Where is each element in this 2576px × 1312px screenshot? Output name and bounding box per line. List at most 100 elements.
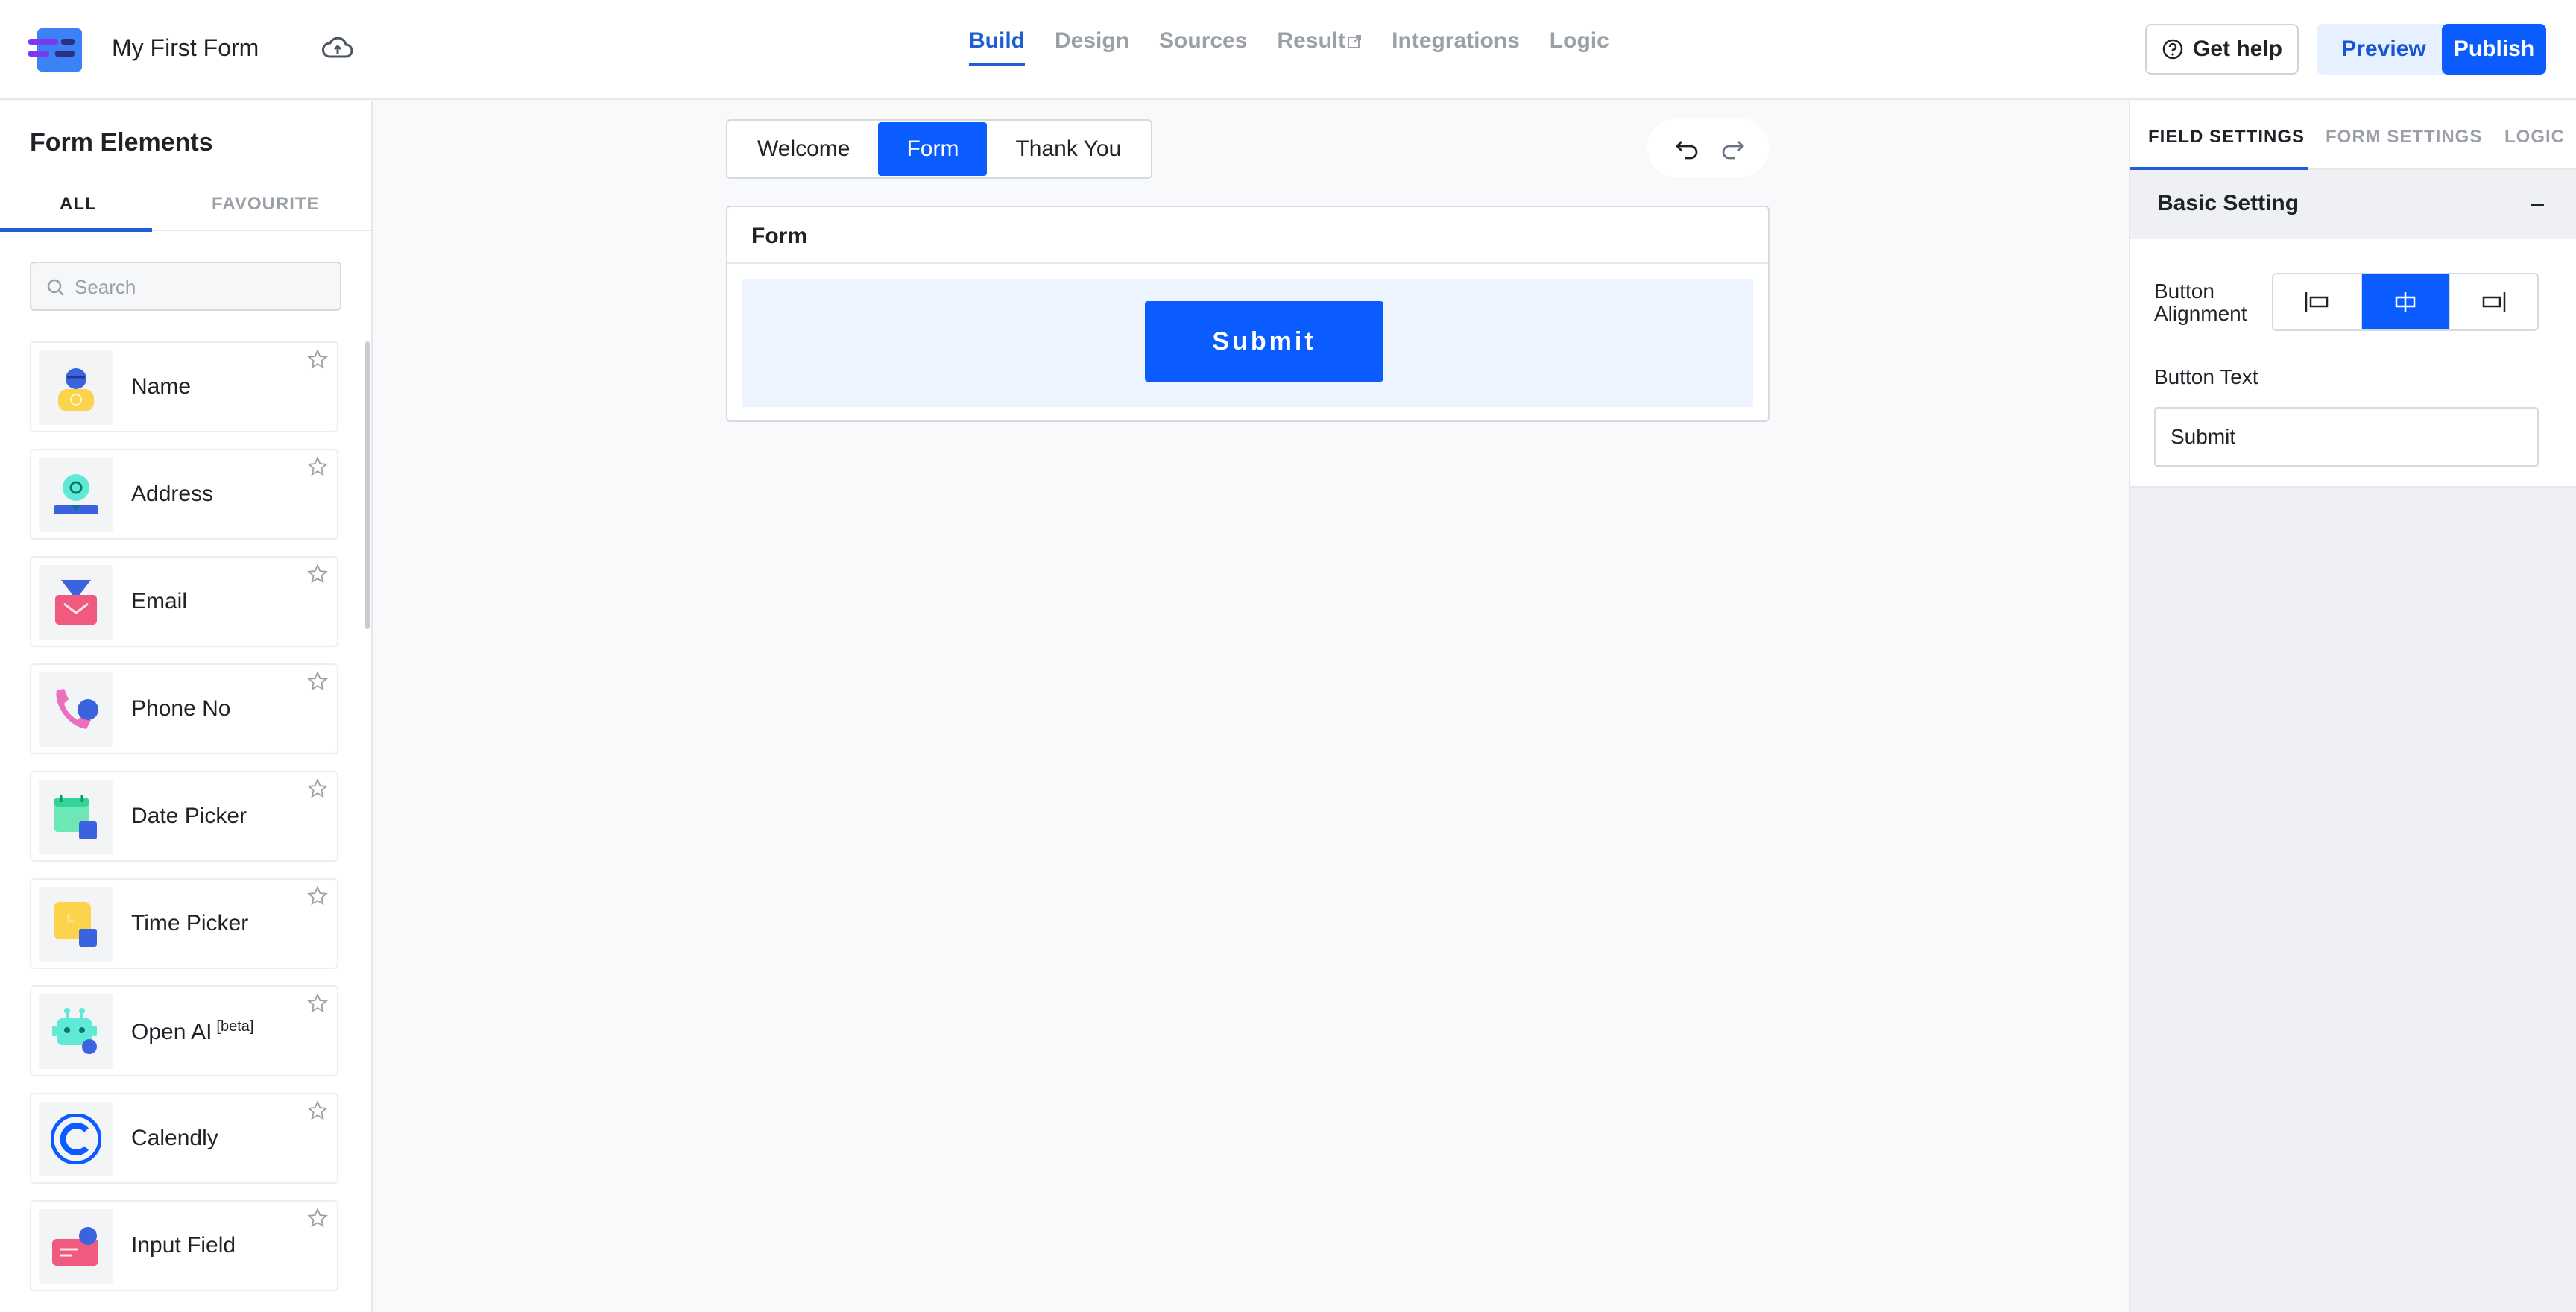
align-center-button[interactable] <box>2361 274 2451 329</box>
beta-badge: [beta] <box>216 1018 254 1035</box>
element-label: Date Picker <box>131 804 247 828</box>
tab-field-settings[interactable]: FIELD SETTINGS <box>2148 127 2305 148</box>
nav-result-label: Result <box>1277 28 1346 53</box>
element-email[interactable]: Email <box>30 556 338 647</box>
element-calendly[interactable]: Calendly <box>30 1093 338 1184</box>
element-thumb <box>39 565 113 640</box>
address-icon <box>54 474 98 514</box>
nav-design[interactable]: Design <box>1055 28 1129 66</box>
element-label-text: Open AI <box>131 1020 212 1044</box>
help-circle-icon <box>2162 39 2183 60</box>
nav-integrations[interactable]: Integrations <box>1392 28 1520 66</box>
nav-sources[interactable]: Sources <box>1159 28 1247 66</box>
basic-setting-body: Button Alignment Button Text Submit <box>2130 239 2576 488</box>
search-box <box>30 262 341 311</box>
cloud-save-icon[interactable] <box>322 36 353 61</box>
element-label: Calendly <box>131 1126 218 1150</box>
element-phone[interactable]: Phone No <box>30 663 338 754</box>
favourite-star-icon[interactable] <box>307 564 328 584</box>
active-tab-indicator <box>0 228 152 232</box>
element-thumb <box>39 1102 113 1176</box>
publish-button[interactable]: Publish <box>2442 24 2546 75</box>
tab-all[interactable]: ALL <box>60 194 97 215</box>
nav-result[interactable]: Result <box>1277 28 1362 66</box>
form-card-title: Form <box>751 224 807 248</box>
undo-redo-group <box>1647 118 1770 177</box>
align-left-button[interactable] <box>2273 274 2362 329</box>
app-logo-icon[interactable] <box>28 28 82 72</box>
tab-logic[interactable]: LOGIC <box>2504 127 2565 148</box>
collapse-icon[interactable]: – <box>2530 188 2545 219</box>
phone-icon <box>56 689 98 729</box>
sidebar-tabs: ALL FAVOURITE <box>0 180 371 232</box>
favourite-star-icon[interactable] <box>307 1208 328 1229</box>
element-thumb <box>39 458 113 532</box>
time-picker-icon <box>54 902 97 947</box>
date-picker-icon <box>54 795 97 839</box>
email-icon <box>55 580 97 625</box>
tab-form[interactable]: Form <box>878 122 988 176</box>
button-alignment-label: Button Alignment <box>2154 280 2247 325</box>
favourite-star-icon[interactable] <box>307 349 328 370</box>
element-open-ai[interactable]: Open AI [beta] <box>30 985 338 1076</box>
tab-thank-you[interactable]: Thank You <box>987 122 1149 176</box>
preview-button[interactable]: Preview <box>2317 24 2451 75</box>
sidebar-title: Form Elements <box>30 128 213 157</box>
button-alignment-group <box>2272 273 2539 331</box>
basic-setting-header[interactable]: Basic Setting – <box>2130 170 2576 239</box>
redo-icon[interactable] <box>1720 136 1746 160</box>
favourite-star-icon[interactable] <box>307 993 328 1014</box>
element-label: Input Field <box>131 1233 236 1258</box>
tab-form-settings[interactable]: FORM SETTINGS <box>2326 127 2482 148</box>
form-elements-sidebar: Form Elements ALL FAVOURITE Name <box>0 101 373 1312</box>
search-icon <box>47 279 64 296</box>
element-thumb <box>39 994 113 1069</box>
button-text-label: Button Text <box>2154 365 2258 388</box>
element-label: Phone No <box>131 696 231 721</box>
tab-welcome[interactable]: Welcome <box>729 122 878 176</box>
favourite-star-icon[interactable] <box>307 456 328 477</box>
align-left-icon <box>2305 292 2329 312</box>
element-time-picker[interactable]: Time Picker <box>30 878 338 969</box>
external-link-icon <box>1348 35 1362 49</box>
element-thumb <box>39 887 113 962</box>
element-label: Email <box>131 589 188 614</box>
tab-favourite[interactable]: FAVOURITE <box>212 194 320 215</box>
section-title: Basic Setting <box>2157 191 2299 215</box>
element-label: Name <box>131 374 192 399</box>
search-input[interactable] <box>75 272 328 302</box>
favourite-star-icon[interactable] <box>307 671 328 692</box>
element-thumb <box>39 780 113 854</box>
align-center-icon <box>2395 292 2416 312</box>
page-tabs: Welcome Form Thank You <box>726 119 1153 179</box>
element-thumb <box>39 350 113 425</box>
element-name[interactable]: Name <box>30 341 338 432</box>
main-nav: Build Design Sources Result Integrations… <box>969 28 1639 66</box>
input-field-icon <box>52 1227 98 1266</box>
sidebar-scrollbar[interactable] <box>365 341 370 629</box>
favourite-star-icon[interactable] <box>307 886 328 906</box>
element-label: Open AI [beta] <box>131 1018 253 1045</box>
nav-logic[interactable]: Logic <box>1550 28 1609 66</box>
align-right-icon <box>2482 292 2505 312</box>
submit-button[interactable]: Submit <box>1145 301 1383 382</box>
undo-icon[interactable] <box>1674 136 1699 160</box>
favourite-star-icon[interactable] <box>307 778 328 799</box>
get-help-button[interactable]: Get help <box>2145 24 2299 75</box>
top-header: My First Form Build Design Sources Resul… <box>0 0 2576 100</box>
element-address[interactable]: Address <box>30 449 338 540</box>
form-drop-area[interactable]: Submit <box>742 279 1753 407</box>
favourite-star-icon[interactable] <box>307 1100 328 1121</box>
align-right-button[interactable] <box>2450 274 2537 329</box>
element-input-field[interactable]: Input Field <box>30 1200 338 1291</box>
settings-tabs: FIELD SETTINGS FORM SETTINGS LOGIC <box>2130 101 2576 171</box>
name-icon <box>58 368 94 411</box>
divider <box>727 262 1768 264</box>
element-date-picker[interactable]: Date Picker <box>30 771 338 862</box>
nav-build[interactable]: Build <box>969 28 1025 66</box>
button-text-input[interactable] <box>2154 407 2539 467</box>
element-thumb <box>39 1209 113 1284</box>
get-help-label: Get help <box>2192 37 2282 61</box>
element-thumb <box>39 672 113 747</box>
form-title[interactable]: My First Form <box>112 34 259 62</box>
